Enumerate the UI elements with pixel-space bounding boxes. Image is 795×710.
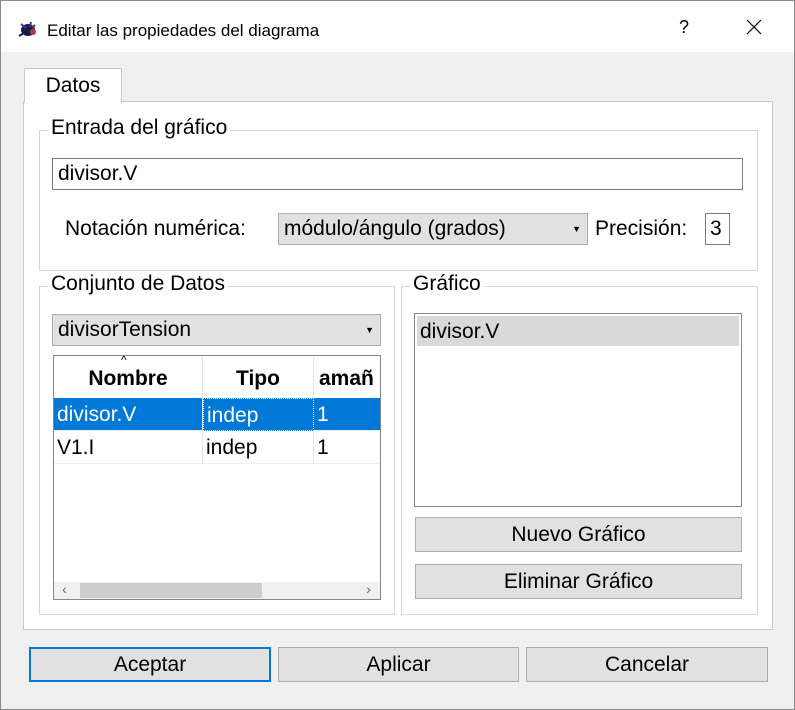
chevron-down-icon: ▼ <box>572 224 581 234</box>
tab-datos-label: Datos <box>45 74 101 97</box>
horizontal-scrollbar[interactable]: ‹ › <box>54 581 380 599</box>
dialog-window: Editar las propiedades del diagrama ? Da… <box>0 0 795 710</box>
apply-button[interactable]: Aplicar <box>278 647 519 682</box>
dataset-select[interactable]: divisorTension ▼ <box>52 314 381 346</box>
tab-datos[interactable]: Datos <box>24 68 122 103</box>
table-row[interactable]: divisor.V indep 1 <box>54 398 380 431</box>
close-icon <box>746 19 762 35</box>
precision-input[interactable]: 3 <box>705 213 730 245</box>
title-bar[interactable]: Editar las propiedades del diagrama ? <box>1 1 794 52</box>
table-row[interactable]: V1.I indep 1 <box>54 431 380 464</box>
cell-tamano[interactable]: 1 <box>314 431 380 464</box>
notation-label: Notación numérica: <box>65 217 246 240</box>
scroll-left-icon[interactable]: ‹ <box>56 581 73 597</box>
graph-input-group: Entrada del gráfico <box>39 116 758 271</box>
help-button[interactable]: ? <box>661 7 707 47</box>
table-header: Nombre ^ Tipo amañ <box>54 356 380 398</box>
column-header-tipo[interactable]: Tipo <box>203 356 314 398</box>
graph-input-group-title: Entrada del gráfico <box>48 116 231 140</box>
list-item[interactable]: divisor.V <box>417 316 739 346</box>
scroll-right-icon[interactable]: › <box>360 581 377 597</box>
cell-tipo[interactable]: indep <box>203 431 314 464</box>
accept-button[interactable]: Aceptar <box>29 647 271 682</box>
app-logo-icon <box>17 18 41 40</box>
cell-tipo[interactable]: indep <box>203 398 314 431</box>
cell-nombre[interactable]: V1.I <box>54 431 203 464</box>
new-graph-button[interactable]: Nuevo Gráfico <box>415 517 742 552</box>
graph-input-field[interactable]: divisor.V <box>52 158 743 190</box>
cell-tamano[interactable]: 1 <box>314 398 380 431</box>
dataset-group-title: Conjunto de Datos <box>48 272 228 296</box>
column-header-nombre[interactable]: Nombre ^ <box>54 356 203 398</box>
precision-label: Precisión: <box>595 217 688 240</box>
cancel-button[interactable]: Cancelar <box>526 647 768 682</box>
column-header-tamano[interactable]: amañ <box>314 356 380 398</box>
scrollbar-thumb[interactable] <box>80 583 262 598</box>
notation-select-value: módulo/ángulo (grados) <box>284 217 506 240</box>
graph-group-title: Gráfico <box>410 272 484 296</box>
cell-nombre[interactable]: divisor.V <box>54 398 203 431</box>
window-title: Editar las propiedades del diagrama <box>47 21 320 40</box>
notation-select[interactable]: módulo/ángulo (grados) ▼ <box>278 213 588 245</box>
dataset-select-value: divisorTension <box>58 318 192 341</box>
close-button[interactable] <box>731 7 777 47</box>
delete-graph-button[interactable]: Eliminar Gráfico <box>415 564 742 599</box>
chevron-down-icon: ▼ <box>365 325 374 335</box>
graph-list[interactable]: divisor.V <box>414 313 742 507</box>
sort-ascending-icon: ^ <box>121 356 127 367</box>
dataset-table[interactable]: Nombre ^ Tipo amañ divisor.V indep 1 V1.… <box>53 355 381 600</box>
